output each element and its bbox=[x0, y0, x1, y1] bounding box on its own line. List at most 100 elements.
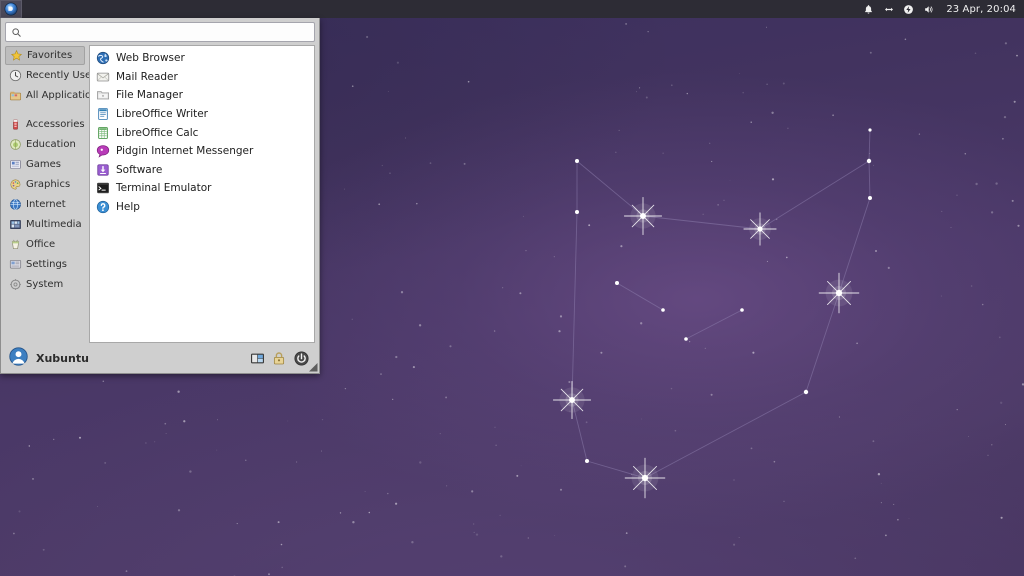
app-item-label: LibreOffice Writer bbox=[116, 108, 209, 121]
applications-icon bbox=[9, 89, 22, 102]
graphics-icon bbox=[9, 178, 22, 191]
sidebar-item-graphics[interactable]: Graphics bbox=[5, 174, 85, 194]
education-icon bbox=[10, 138, 21, 150]
app-item-terminal-emulator[interactable]: Terminal Emulator bbox=[90, 179, 314, 198]
power-plug-icon[interactable] bbox=[902, 3, 915, 16]
top-panel: 23 Apr, 20:04 bbox=[0, 0, 1024, 18]
sidebar-item-label: Games bbox=[26, 158, 61, 170]
app-item-label: File Manager bbox=[116, 89, 183, 102]
search-icon bbox=[11, 27, 22, 38]
document-icon bbox=[98, 108, 108, 120]
app-item-label: Web Browser bbox=[116, 52, 185, 65]
app-item-label: Pidgin Internet Messenger bbox=[116, 145, 254, 158]
terminal-icon bbox=[96, 181, 110, 195]
sidebar-item-settings[interactable]: Settings bbox=[5, 254, 85, 274]
spreadsheet-icon bbox=[96, 126, 110, 140]
panel-left-section bbox=[0, 0, 22, 18]
application-list[interactable]: Web Browser Mail Reader File Manager LibreO… bbox=[89, 45, 315, 343]
sidebar-item-all-applications[interactable]: All Applications bbox=[5, 85, 103, 105]
question-mark-icon bbox=[96, 200, 110, 214]
office-icon bbox=[9, 238, 22, 251]
app-item-pidgin-internet-messenger[interactable]: Pidgin Internet Messenger bbox=[90, 142, 314, 161]
app-item-file-manager[interactable]: File Manager bbox=[90, 86, 314, 105]
internet-icon bbox=[10, 198, 21, 210]
sidebar-item-internet[interactable]: Internet bbox=[5, 194, 85, 214]
network-icon[interactable] bbox=[882, 3, 895, 16]
chat-bubble-icon bbox=[96, 145, 110, 158]
clock[interactable]: 23 Apr, 20:04 bbox=[946, 4, 1016, 15]
app-item-label: Mail Reader bbox=[116, 70, 178, 83]
sidebar-item-label: Office bbox=[26, 238, 56, 250]
games-icon bbox=[10, 159, 21, 169]
accessories-icon bbox=[13, 118, 18, 130]
office-icon bbox=[11, 239, 20, 249]
whisker-menu-button[interactable] bbox=[0, 0, 22, 18]
star-icon bbox=[10, 49, 23, 62]
sidebar-item-label: Settings bbox=[26, 258, 68, 270]
speaker-icon[interactable] bbox=[922, 3, 935, 16]
games-icon bbox=[9, 158, 22, 171]
star-icon bbox=[10, 49, 23, 61]
bell-icon[interactable] bbox=[862, 3, 875, 16]
padlock-icon[interactable] bbox=[271, 350, 287, 366]
software-download-icon bbox=[96, 163, 110, 177]
search-input[interactable] bbox=[22, 23, 314, 41]
sidebar-item-accessories[interactable]: Accessories bbox=[5, 114, 85, 134]
user-avatar-icon bbox=[9, 346, 28, 370]
clock-icon bbox=[9, 69, 22, 82]
sidebar-item-multimedia[interactable]: Multimedia bbox=[5, 214, 85, 234]
resize-grip[interactable] bbox=[308, 362, 318, 372]
whisker-menu-window: Favorites Recently Used All Applications Ac… bbox=[0, 18, 320, 374]
app-item-libreoffice-calc[interactable]: LibreOffice Calc bbox=[90, 123, 314, 142]
sidebar-item-system[interactable]: System bbox=[5, 274, 85, 294]
sidebar-item-label: System bbox=[26, 278, 64, 290]
username-label: Xubuntu bbox=[36, 351, 89, 365]
power-icon[interactable] bbox=[293, 350, 309, 366]
app-item-label: Help bbox=[116, 201, 140, 214]
globe-icon bbox=[96, 52, 110, 65]
envelope-icon bbox=[96, 70, 110, 84]
menu-body: Favorites Recently Used All Applications Ac… bbox=[1, 45, 319, 343]
switch-user-icon[interactable] bbox=[249, 350, 265, 366]
sidebar-item-recently-used[interactable]: Recently Used bbox=[5, 65, 97, 85]
sidebar-item-label: Favorites bbox=[27, 50, 73, 61]
xubuntu-mouse-icon bbox=[4, 2, 18, 16]
search-box[interactable] bbox=[5, 22, 315, 42]
app-item-web-browser[interactable]: Web Browser bbox=[90, 49, 314, 68]
document-icon bbox=[96, 107, 110, 121]
accessories-icon bbox=[9, 118, 22, 131]
system-tray: 23 Apr, 20:04 bbox=[862, 0, 1024, 18]
chat-bubble-icon bbox=[96, 144, 110, 158]
sidebar-item-education[interactable]: Education bbox=[5, 134, 85, 154]
user-section[interactable]: Xubuntu bbox=[9, 346, 89, 370]
sidebar-item-label: Graphics bbox=[26, 178, 71, 190]
sidebar-item-favorites[interactable]: Favorites bbox=[5, 46, 85, 65]
sidebar-item-office[interactable]: Office bbox=[5, 234, 85, 254]
sidebar-item-games[interactable]: Games bbox=[5, 154, 85, 174]
panel-spacer bbox=[22, 0, 862, 18]
sidebar-item-label: Recently Used bbox=[26, 69, 98, 81]
category-separator bbox=[5, 105, 85, 114]
footer-actions bbox=[249, 350, 315, 366]
multimedia-icon bbox=[10, 219, 21, 229]
app-item-label: LibreOffice Calc bbox=[116, 126, 199, 139]
system-icon bbox=[9, 278, 22, 291]
app-item-mail-reader[interactable]: Mail Reader bbox=[90, 68, 314, 87]
settings-icon bbox=[9, 258, 22, 271]
folder-icon bbox=[97, 91, 109, 100]
menu-footer: Xubuntu bbox=[1, 343, 319, 373]
app-item-software[interactable]: Software bbox=[90, 161, 314, 180]
sidebar-item-label: Education bbox=[26, 138, 76, 150]
terminal-icon bbox=[97, 183, 109, 194]
internet-icon bbox=[9, 198, 22, 211]
folder-icon bbox=[96, 88, 110, 102]
software-download-icon bbox=[97, 164, 109, 176]
search-row bbox=[1, 18, 319, 45]
app-item-label: Software bbox=[116, 163, 163, 176]
app-item-help[interactable]: Help bbox=[90, 198, 314, 217]
app-item-libreoffice-writer[interactable]: LibreOffice Writer bbox=[90, 105, 314, 124]
multimedia-icon bbox=[9, 218, 22, 231]
sidebar-item-label: Internet bbox=[26, 198, 66, 210]
applications-icon bbox=[9, 91, 22, 100]
education-icon bbox=[9, 138, 22, 151]
